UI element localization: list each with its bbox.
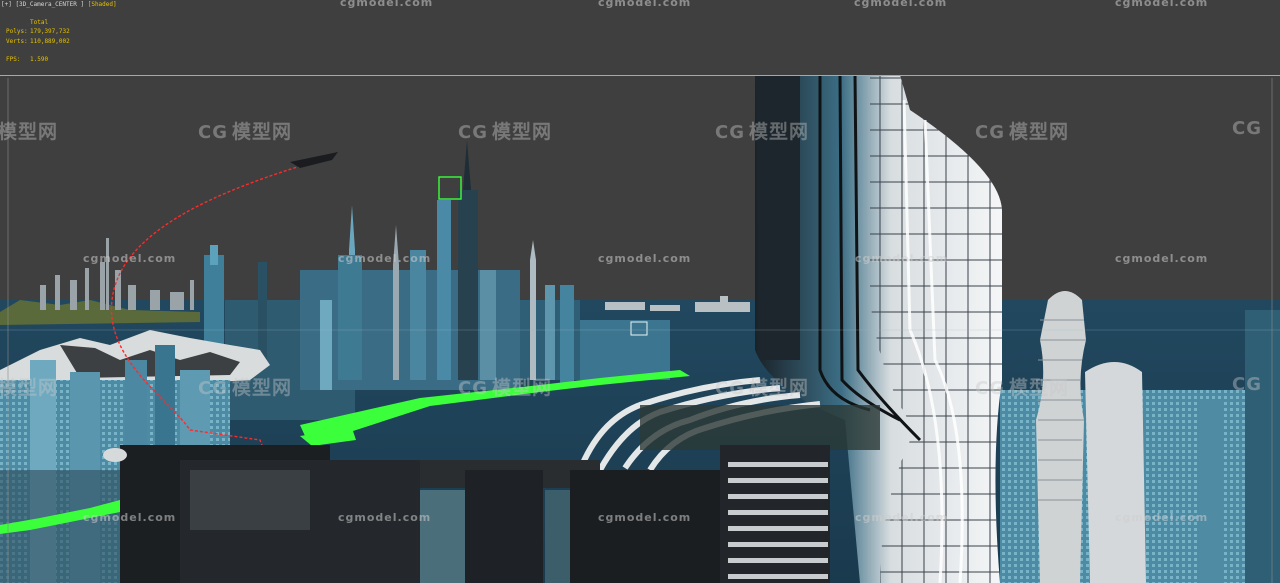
watermark-url: cgmodel.com (83, 252, 177, 265)
watermark-url: cgmodel.com (83, 511, 177, 524)
watermark-url: cgmodel.com (598, 0, 692, 9)
cg-logo-icon: CG (1232, 374, 1262, 395)
cg-logo-icon: CG (458, 378, 488, 399)
watermark-url: cgmodel.com (598, 252, 692, 265)
watermark-logo-text: 模型网 (748, 377, 809, 399)
cg-logo-icon: CG (975, 378, 1005, 399)
verts-value: 110,889,002 (30, 38, 70, 45)
cg-logo-icon: CG (458, 122, 488, 143)
fps-value: 1.590 (30, 56, 49, 63)
watermark-url: cgmodel.com (340, 0, 434, 9)
cg-logo-icon: CG (198, 378, 228, 399)
viewport-label[interactable]: [+] [3D_Camera_CENTER ] [Shaded] (1, 1, 117, 8)
cg-logo-icon: CG (975, 122, 1005, 143)
watermark-logo: CG 模型网 (198, 117, 292, 144)
cg-logo-icon: CG (715, 378, 745, 399)
twisted-tower-2 (1085, 362, 1146, 583)
watermark-logo-text: 模型网 (1008, 377, 1069, 399)
watermark-logo-text: 模型网 (748, 121, 809, 143)
watermark-logo: CG 模型网 (715, 373, 809, 400)
watermark-logo-text: 模型网 (491, 121, 552, 143)
polys-label: Polys: (6, 28, 28, 35)
viewport-canvas[interactable]: [+] [3D_Camera_CENTER ] [Shaded] Total P… (0, 0, 1280, 583)
fps-label: FPS: (6, 56, 21, 63)
watermark-logo: 模型网 (0, 117, 58, 144)
cg-logo-icon: CG (1232, 118, 1262, 139)
watermark-url: cgmodel.com (855, 511, 949, 524)
verts-label: Verts: (6, 38, 28, 45)
watermark-url: cgmodel.com (338, 511, 432, 524)
watermark-url: cgmodel.com (338, 252, 432, 265)
watermark-logo: CG 模型网 (458, 373, 552, 400)
watermark-logo-text: 模型网 (231, 377, 292, 399)
cg-logo-icon: CG (198, 122, 228, 143)
watermark-url: cgmodel.com (854, 0, 948, 9)
watermark-logo: 模型网 (0, 373, 58, 400)
viewport-camera-label[interactable]: [+] [3D_Camera_CENTER ] (1, 1, 84, 8)
watermark-logo: CG 模型网 (715, 117, 809, 144)
watermark-logo-text: 模型网 (491, 377, 552, 399)
watermark-logo: CG 模型网 (198, 373, 292, 400)
twisted-tower-1 (1036, 291, 1086, 583)
watermark-logo: CG (1232, 117, 1266, 139)
watermark-url: cgmodel.com (1115, 252, 1209, 265)
watermark-url: cgmodel.com (1115, 511, 1209, 524)
city-scene-render (0, 74, 1280, 583)
far-skyline-left (40, 238, 194, 310)
watermark-logo: CG 模型网 (458, 117, 552, 144)
cg-logo-icon: CG (715, 122, 745, 143)
watermark-logo-text: 模型网 (0, 121, 59, 143)
watermark-logo-text: 模型网 (0, 377, 59, 399)
watermark-logo: CG 模型网 (975, 117, 1069, 144)
polys-value: 179,397,732 (30, 28, 70, 35)
selection-gizmo (438, 176, 462, 200)
stats-header: Total (30, 19, 49, 26)
viewport-shading-label[interactable]: [Shaded] (88, 1, 117, 8)
watermark-url: cgmodel.com (1115, 0, 1209, 9)
foreground-buildings (103, 445, 830, 583)
watermark-logo: CG 模型网 (975, 373, 1069, 400)
safe-frame-top (0, 75, 1280, 76)
watermark-url: cgmodel.com (598, 511, 692, 524)
watermark-logo-text: 模型网 (231, 121, 292, 143)
watermark-logo: CG (1232, 373, 1266, 395)
watermark-logo-text: 模型网 (1008, 121, 1069, 143)
sky-deck (640, 405, 880, 450)
watermark-url: cgmodel.com (855, 252, 949, 265)
spaceship-model (290, 152, 338, 168)
